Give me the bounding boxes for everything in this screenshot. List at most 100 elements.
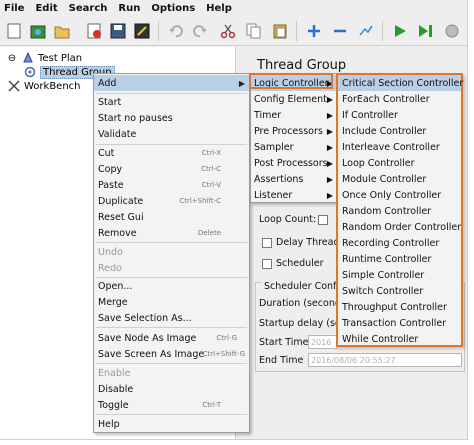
stop-icon[interactable] <box>442 21 462 41</box>
menu-item-duplicate[interactable]: Duplicate Ctrl+Shift-C <box>94 193 249 209</box>
submenu-item-while[interactable]: While Controller <box>338 331 461 347</box>
submenu-item-pre-processors[interactable]: Pre Processors ▶ <box>251 123 336 139</box>
start-no-pauses-icon[interactable] <box>416 21 436 41</box>
submenu-arrow-icon: ▶ <box>326 190 333 200</box>
menu-separator <box>96 363 247 364</box>
submenu-item-simple[interactable]: Simple Controller <box>338 267 461 283</box>
menu-item-toggle[interactable]: Toggle Ctrl-T <box>94 397 249 413</box>
submenu-item-module[interactable]: Module Controller <box>338 171 461 187</box>
new-icon[interactable] <box>4 21 24 41</box>
menu-item-label: Remove <box>98 227 137 239</box>
menu-item-label: Save Screen As Image <box>98 348 205 360</box>
toolbar-separator <box>382 21 383 41</box>
submenu-item-include[interactable]: Include Controller <box>338 123 461 139</box>
menu-item-cut[interactable]: Cut Ctrl-X <box>94 145 249 161</box>
menu-item-save-node-image[interactable]: Save Node As Image Ctrl-G <box>94 330 249 346</box>
menu-item-label: Add <box>98 77 117 89</box>
shortcut-label: Delete <box>198 229 221 237</box>
templates-icon[interactable] <box>28 21 48 41</box>
toolbar <box>0 18 467 46</box>
submenu-arrow-icon: ▶ <box>326 126 333 136</box>
copy-icon[interactable] <box>244 21 264 41</box>
menu-item-label: Save Node As Image <box>98 332 197 344</box>
menu-item-paste[interactable]: Paste Ctrl-V <box>94 177 249 193</box>
start-time-label: Start Time <box>259 337 309 348</box>
forever-checkbox[interactable] <box>318 215 328 225</box>
tree-item-test-plan[interactable]: ⊖ Test Plan <box>6 51 82 65</box>
menu-item-redo[interactable]: Redo <box>94 260 249 276</box>
submenu-item-random[interactable]: Random Controller <box>338 203 461 219</box>
submenu-item-assertions[interactable]: Assertions ▶ <box>251 171 336 187</box>
submenu-item-recording[interactable]: Recording Controller <box>338 235 461 251</box>
test-plan-icon <box>22 52 34 64</box>
expand-all-icon[interactable] <box>304 21 324 41</box>
delay-thread-checkbox[interactable] <box>262 238 272 248</box>
collapse-all-icon[interactable] <box>330 21 350 41</box>
end-time-field[interactable]: 2016/08/06 20:55:27 <box>308 353 462 367</box>
menu-item-remove[interactable]: Remove Delete <box>94 225 249 241</box>
menu-run[interactable]: Run <box>118 3 140 14</box>
submenu-item-switch[interactable]: Switch Controller <box>338 283 461 299</box>
scheduler-checkbox[interactable] <box>262 259 272 269</box>
menu-item-open[interactable]: Open... <box>94 278 249 294</box>
menu-help[interactable]: Help <box>206 3 232 14</box>
menu-item-help[interactable]: Help <box>94 416 249 432</box>
redo-icon[interactable] <box>190 21 210 41</box>
submenu-item-listener[interactable]: Listener ▶ <box>251 187 336 203</box>
menu-item-start-no-pauses[interactable]: Start no pauses <box>94 110 249 126</box>
menu-item-validate[interactable]: Validate <box>94 126 249 142</box>
submenu-item-timer[interactable]: Timer ▶ <box>251 107 336 123</box>
menu-item-label: Cut <box>98 147 115 159</box>
menu-search[interactable]: Search <box>69 3 108 14</box>
paste-icon[interactable] <box>270 21 290 41</box>
tree-label: WorkBench <box>24 80 81 92</box>
submenu-item-critical-section[interactable]: Critical Section Controller <box>338 75 463 91</box>
menu-item-reset-gui[interactable]: Reset Gui <box>94 209 249 225</box>
submenu-arrow-icon: ▶ <box>326 158 333 168</box>
submenu-item-config-element[interactable]: Config Element ▶ <box>251 91 336 107</box>
menu-separator <box>96 327 247 328</box>
submenu-item-loop[interactable]: Loop Controller <box>338 155 461 171</box>
submenu-item-if[interactable]: If Controller <box>338 107 461 123</box>
menu-item-merge[interactable]: Merge <box>94 294 249 310</box>
menu-item-save-selection[interactable]: Save Selection As... <box>94 310 249 326</box>
submenu-item-sampler[interactable]: Sampler ▶ <box>251 139 336 155</box>
menu-item-label: Post Processors <box>254 157 328 169</box>
submenu-item-random-order[interactable]: Random Order Controller <box>338 219 461 235</box>
submenu-arrow-icon: ▶ <box>326 94 333 104</box>
submenu-item-interleave[interactable]: Interleave Controller <box>338 139 461 155</box>
menu-item-save-screen-image[interactable]: Save Screen As Image Ctrl+Shift-G <box>94 346 249 362</box>
menu-item-start[interactable]: Start <box>94 94 249 110</box>
menu-item-disable[interactable]: Disable <box>94 381 249 397</box>
shortcut-label: Ctrl+Shift-G <box>202 350 245 358</box>
menu-item-label: Assertions <box>254 173 304 185</box>
save-as-image-icon[interactable] <box>132 21 152 41</box>
start-time-field[interactable]: 2016 <box>308 335 338 349</box>
cut-icon[interactable] <box>218 21 238 41</box>
save-icon[interactable] <box>108 21 128 41</box>
submenu-item-foreach[interactable]: ForEach Controller <box>338 91 461 107</box>
submenu-item-throughput[interactable]: Throughput Controller <box>338 299 461 315</box>
menu-options[interactable]: Options <box>151 3 195 14</box>
shortcut-label: Ctrl-V <box>201 181 221 189</box>
submenu-item-once-only[interactable]: Once Only Controller <box>338 187 461 203</box>
menu-edit[interactable]: Edit <box>35 3 57 14</box>
submenu-item-logic-controller[interactable]: Logic Controller ▶ <box>251 75 336 91</box>
tree-item-workbench[interactable]: WorkBench <box>8 79 81 93</box>
menu-file[interactable]: File <box>4 3 24 14</box>
submenu-item-post-processors[interactable]: Post Processors ▶ <box>251 155 336 171</box>
menu-item-undo[interactable]: Undo <box>94 244 249 260</box>
submenu-item-runtime[interactable]: Runtime Controller <box>338 251 461 267</box>
toggle-icon[interactable] <box>356 21 376 41</box>
close-icon[interactable] <box>84 21 104 41</box>
toolbar-separator <box>296 21 297 41</box>
menu-item-copy[interactable]: Copy Ctrl-C <box>94 161 249 177</box>
delay-thread-label: Delay Thread <box>276 237 340 248</box>
submenu-item-transaction[interactable]: Transaction Controller <box>338 315 461 331</box>
open-icon[interactable] <box>52 21 72 41</box>
menu-item-enable[interactable]: Enable <box>94 365 249 381</box>
menu-item-add[interactable]: Add ▶ <box>94 75 249 91</box>
start-icon[interactable] <box>390 21 410 41</box>
undo-icon[interactable] <box>166 21 186 41</box>
tree-collapse-icon[interactable]: ⊖ <box>6 52 18 64</box>
